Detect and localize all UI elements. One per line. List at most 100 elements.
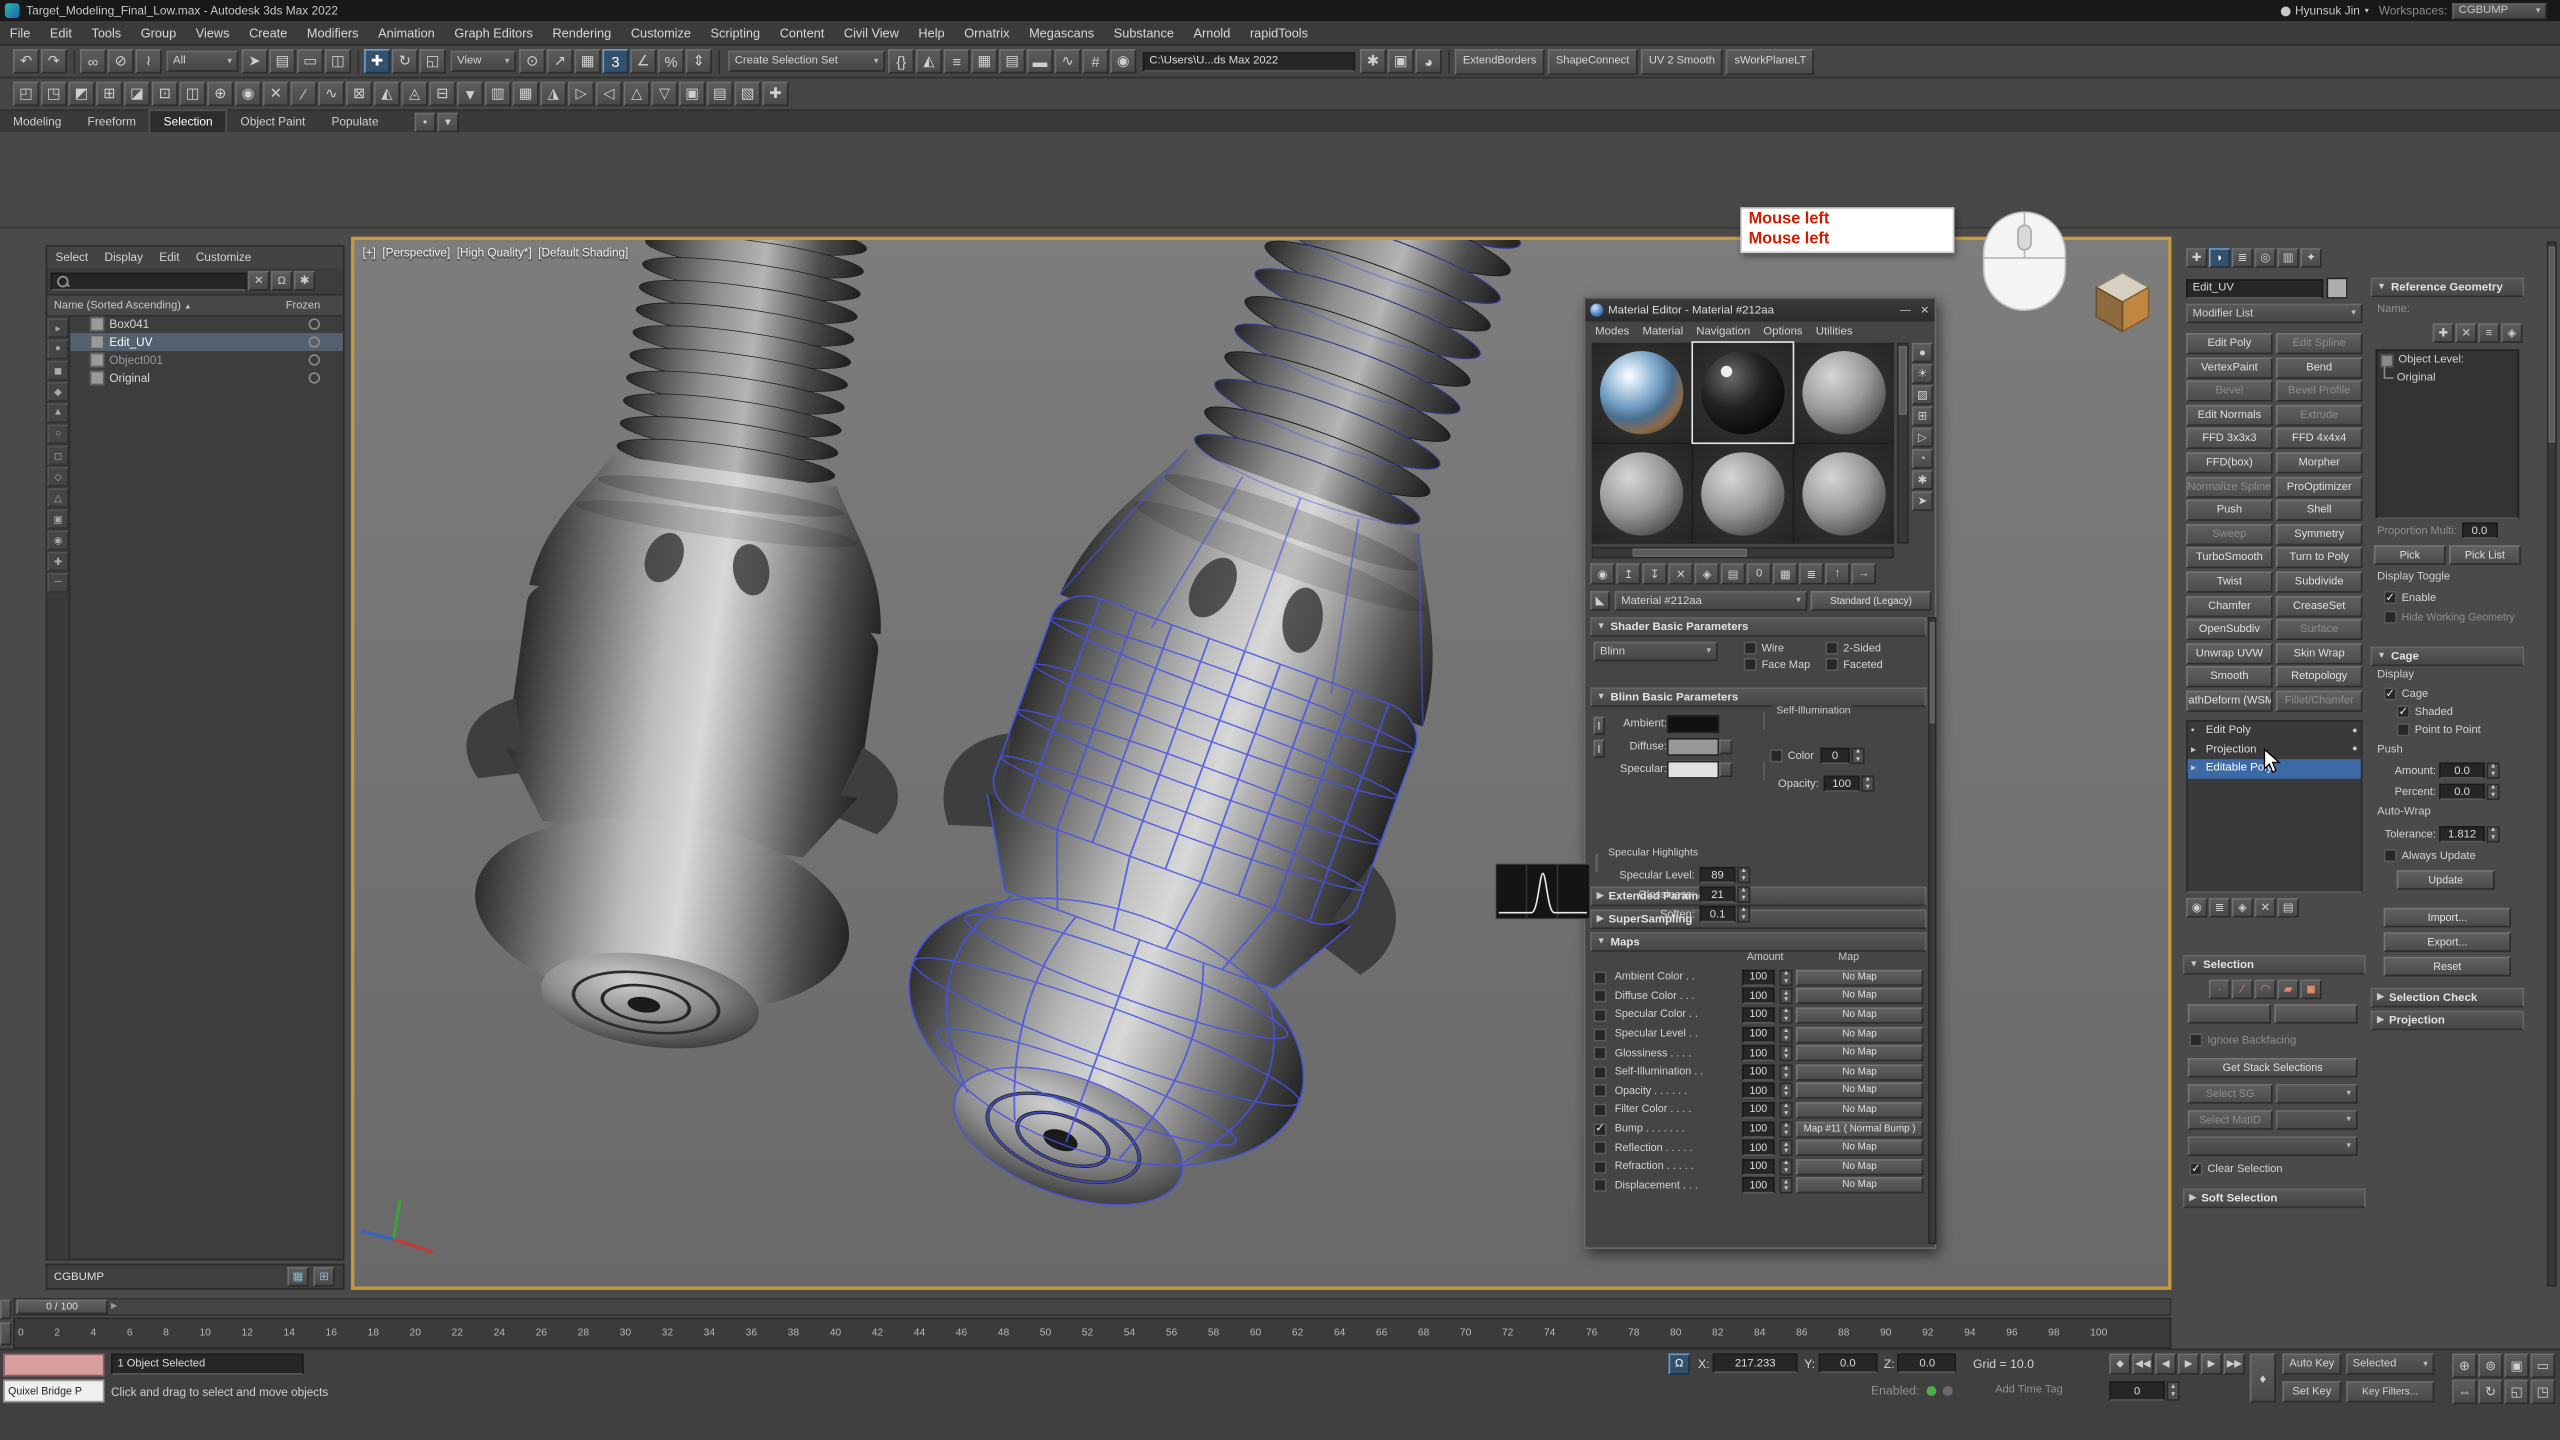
name-column-header[interactable]: Name (Sorted Ascending)	[54, 300, 181, 311]
map-button[interactable]: No Map	[1796, 969, 1923, 985]
show-end-result-icon[interactable]: ≣	[2209, 898, 2230, 918]
modifier-button[interactable]: Morpher	[2276, 452, 2363, 473]
map-enable-checkbox[interactable]	[1593, 1066, 1606, 1079]
filter-containers-icon[interactable]: ◉	[47, 531, 68, 551]
vertex-subobject-icon[interactable]: ∙	[2209, 980, 2230, 1000]
map-button[interactable]: No Map	[1796, 1083, 1923, 1099]
map-amount-field[interactable]: 100	[1742, 1140, 1775, 1156]
menu-item[interactable]: rapidTools	[1240, 21, 1318, 44]
menu-item[interactable]: Rendering	[543, 21, 621, 44]
specular-map-shortcut-icon[interactable]	[1719, 762, 1732, 777]
map-amount-spinner[interactable]	[1780, 1007, 1793, 1023]
modifier-button[interactable]: Extrude	[2276, 405, 2363, 426]
frozen-toggle[interactable]	[309, 372, 320, 383]
frozen-toggle[interactable]	[309, 336, 320, 347]
z-coordinate-field[interactable]: 0.0	[1898, 1353, 1957, 1373]
menu-item[interactable]: Edit	[40, 21, 82, 44]
pick-material-from-object-icon[interactable]: ◣	[1590, 591, 1610, 611]
reference-object-item[interactable]: Original	[2377, 369, 2517, 387]
selection-lock-icon[interactable]: Ω	[1669, 1353, 1690, 1374]
scene-object-row[interactable]: Object001	[70, 351, 343, 369]
edge-subobject-icon[interactable]: ∕	[2232, 980, 2253, 1000]
map-enable-checkbox[interactable]	[1593, 1123, 1606, 1136]
hide-selected-icon[interactable]: ▥	[485, 82, 511, 106]
push-amount-spinner[interactable]	[2487, 762, 2500, 778]
bind-to-spacewarp-icon[interactable]: ≀	[136, 49, 162, 73]
point-to-point-checkbox[interactable]	[2397, 723, 2410, 736]
select-move-icon[interactable]: ✚	[364, 49, 390, 73]
tolerance-spinner[interactable]	[2487, 826, 2500, 842]
explorer-menu-item[interactable]: Edit	[151, 247, 188, 268]
clear-search-icon[interactable]: ✕	[248, 271, 269, 291]
pin-stack-icon[interactable]: ◉	[2186, 898, 2207, 918]
modifier-button[interactable]: VertexPaint	[2186, 357, 2273, 378]
map-amount-spinner[interactable]	[1780, 1064, 1793, 1080]
explorer-column-headers[interactable]: Name (Sorted Ascending) ▲ Frozen	[47, 294, 343, 317]
field-of-view-icon[interactable]: ◱	[2504, 1380, 2528, 1404]
go-to-start-icon[interactable]: ◀◀	[2132, 1353, 2153, 1374]
set-key-button[interactable]: Set Key	[2282, 1381, 2341, 1402]
menu-item[interactable]: Modifiers	[297, 21, 368, 44]
map-row[interactable]: Ambient Color . . 100 No Map	[1590, 968, 1926, 987]
shader-checkbox[interactable]	[1825, 642, 1838, 655]
selfillum-spinner[interactable]	[1851, 748, 1864, 764]
material-editor-menu-item[interactable]: Utilities	[1809, 323, 1859, 341]
modifier-onoff-icon[interactable]: ●	[2352, 745, 2357, 755]
menu-item[interactable]: Substance	[1104, 21, 1184, 44]
isolate-selection-icon[interactable]: ▣	[679, 82, 705, 106]
constraints-icon[interactable]: ⊠	[346, 82, 372, 106]
quick-slice-icon[interactable]: ∕	[291, 82, 317, 106]
map-button[interactable]: No Map	[1796, 1102, 1923, 1118]
pick-list-button[interactable]: Pick List	[2449, 545, 2521, 565]
modifier-button[interactable]: Smooth	[2186, 667, 2273, 688]
clear-selection-checkbox[interactable]	[2189, 1162, 2202, 1175]
modifier-button[interactable]: FFD 4x4x4	[2276, 428, 2363, 449]
show-end-result-icon[interactable]: ≣	[1799, 563, 1823, 584]
select-sg-button[interactable]: Select SG	[2188, 1084, 2273, 1104]
x-coordinate-field[interactable]: 217.233	[1713, 1353, 1798, 1373]
select-object-icon[interactable]: ➤	[242, 49, 268, 73]
menu-item[interactable]: File	[0, 21, 40, 44]
connect-edges-icon[interactable]: ◳	[41, 82, 67, 106]
modifier-button[interactable]: Shell	[2276, 500, 2363, 521]
options-icon[interactable]: ✱	[1912, 470, 1933, 490]
frozen-column-header[interactable]: Frozen	[286, 300, 321, 311]
map-row[interactable]: Bump . . . . . . . 100 Map #11 ( Normal …	[1590, 1120, 1926, 1139]
map-amount-field[interactable]: 100	[1742, 1178, 1775, 1194]
pick-button[interactable]: Pick	[2374, 545, 2446, 565]
modifier-button[interactable]: ProOptimizer	[2276, 476, 2363, 497]
zoom-all-icon[interactable]: ⊚	[2478, 1353, 2502, 1377]
material-name-dropdown[interactable]: Material #212aa▾	[1615, 591, 1808, 611]
track-bar[interactable]: 0246810121416182022242628303234363840424…	[13, 1318, 2171, 1349]
reset-map-icon[interactable]: ✕	[1669, 563, 1693, 584]
project-path-field[interactable]: C:\Users\U...ds Max 2022	[1143, 51, 1355, 71]
material-editor-menu-item[interactable]: Navigation	[1690, 323, 1757, 341]
map-enable-checkbox[interactable]	[1593, 1028, 1606, 1041]
modifier-button[interactable]: Twist	[2186, 571, 2273, 592]
soften-spinner[interactable]	[1737, 906, 1750, 922]
custom-script-button[interactable]: UV 2 Smooth	[1641, 48, 1723, 74]
display-tab-icon[interactable]: ▥	[2278, 248, 2299, 268]
explorer-menu-item[interactable]: Display	[96, 247, 151, 268]
modifier-button[interactable]: Chamfer	[2186, 595, 2273, 616]
object-color-swatch[interactable]	[2327, 278, 2348, 299]
key-filters-button[interactable]: Key Filters...	[2346, 1381, 2434, 1402]
material-sample-slot[interactable]	[1592, 444, 1692, 544]
zoom-extents-icon[interactable]: ▣	[2504, 1353, 2528, 1377]
sample-tiling-icon[interactable]: ⊞	[1912, 407, 1933, 427]
menu-item[interactable]: Civil View	[834, 21, 909, 44]
diffuse-map-shortcut-icon[interactable]	[1719, 740, 1732, 755]
ribbon-pin-icon[interactable]: ▪	[414, 113, 435, 133]
close-icon[interactable]: ✕	[1915, 301, 1935, 319]
hide-working-geometry-checkbox[interactable]	[2384, 611, 2397, 624]
target-weld-icon[interactable]: ◉	[235, 82, 261, 106]
refgeo-add-icon[interactable]: ✚	[2433, 323, 2454, 343]
set-key-mode-icon[interactable]: ♦	[2250, 1353, 2276, 1402]
map-row[interactable]: Opacity . . . . . . 100 No Map	[1590, 1082, 1926, 1101]
filter-bones-icon[interactable]: ▣	[47, 509, 68, 529]
material-id-icon[interactable]: 0	[1747, 563, 1771, 584]
modifier-button[interactable]: CreaseSet	[2276, 595, 2363, 616]
ribbon-tab[interactable]: Populate	[318, 110, 391, 131]
hierarchy-tab-icon[interactable]: ≣	[2232, 248, 2253, 268]
tolerance-field[interactable]: 1.812	[2439, 826, 2485, 842]
